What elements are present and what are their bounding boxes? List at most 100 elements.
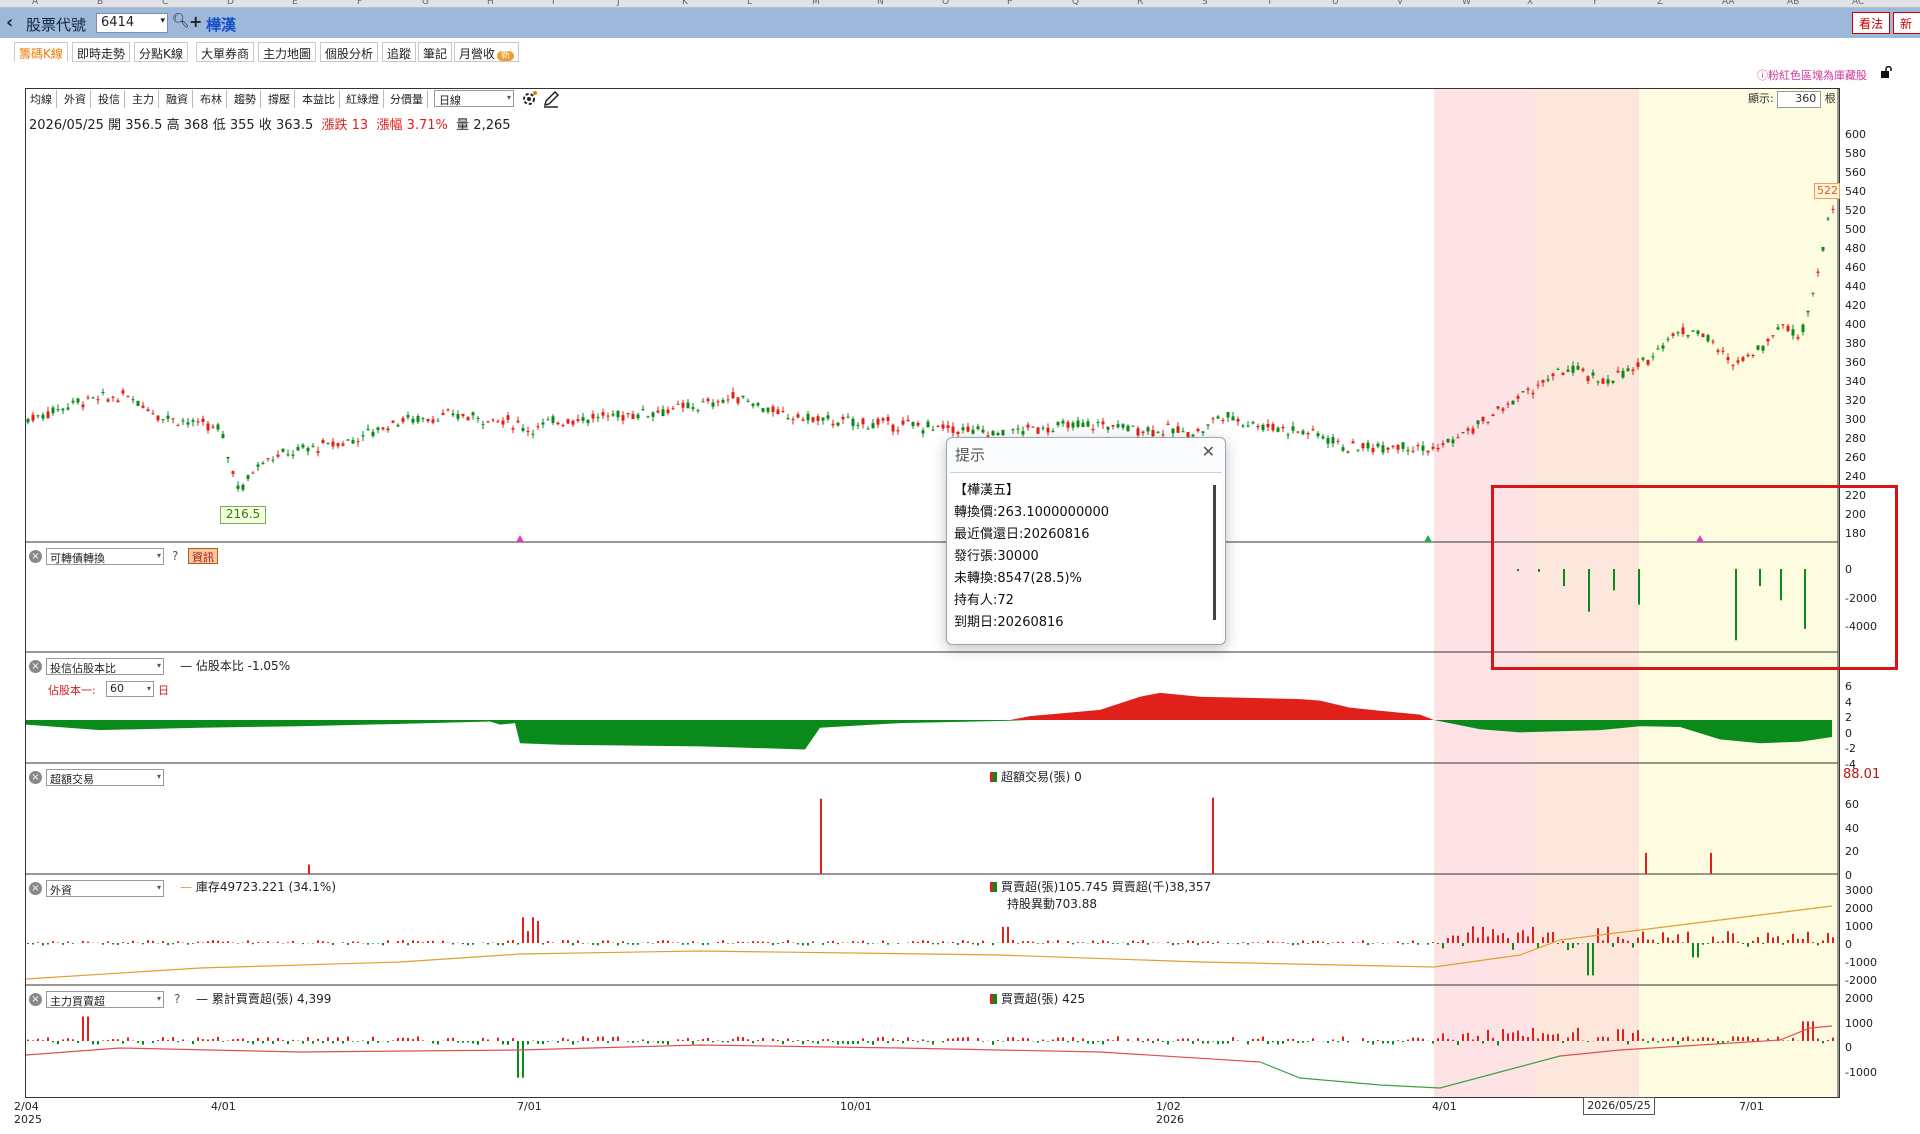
price-tick: 420 — [1845, 299, 1866, 312]
candle-body — [1081, 422, 1085, 428]
main-force-indicator-select[interactable]: 主力買賣超 ▾ — [46, 991, 164, 1008]
candle-body — [361, 435, 365, 437]
candle-body — [206, 423, 210, 431]
toolbar-item[interactable]: 分價量 — [386, 90, 428, 108]
candle-body — [466, 417, 470, 421]
candle-body — [356, 441, 360, 443]
candle-body — [1141, 431, 1145, 433]
close-panel-icon[interactable]: × — [29, 550, 42, 563]
trust-tick: -2 — [1845, 742, 1856, 755]
period-select[interactable]: 日線 ▾ — [434, 90, 514, 107]
candle-body — [1021, 431, 1025, 435]
price-tick: 580 — [1845, 147, 1866, 160]
toolbar-item[interactable]: 外資 — [60, 90, 91, 108]
foreign-legend: — 庫存49723.221 (34.1%) — [180, 880, 337, 894]
toolbar-item[interactable]: 本益比 — [298, 90, 340, 108]
candle-body — [1151, 429, 1155, 437]
toolbar-item[interactable]: 均線 — [26, 90, 57, 108]
foreign-indicator-select[interactable]: 外資 ▾ — [46, 880, 164, 897]
chevron-down-icon[interactable]: ▾ — [147, 684, 151, 693]
candle-body — [1241, 425, 1245, 427]
candle-body — [501, 420, 505, 425]
candle-body — [156, 415, 160, 421]
candle-body — [936, 425, 940, 428]
help-icon[interactable]: ? — [174, 992, 180, 1006]
close-panel-icon[interactable]: × — [29, 993, 42, 1006]
candle-body — [721, 399, 725, 403]
candle-body — [1396, 444, 1400, 450]
candle-body — [1726, 357, 1730, 361]
dialog-body: 【樺漢五】 轉換價:263.1000000000 最近償還日:20260816 發行張… — [950, 472, 1222, 640]
candle-body — [651, 412, 655, 417]
chevron-down-icon[interactable]: ▾ — [157, 772, 161, 781]
candle-body — [1711, 341, 1715, 343]
chevron-down-icon[interactable]: ▾ — [507, 93, 511, 102]
toolbar-item[interactable]: 布林 — [196, 90, 227, 108]
candle-body — [86, 397, 90, 399]
candle-body — [126, 396, 130, 398]
toolbar-item[interactable]: 投信 — [94, 90, 125, 108]
tooltip-dialog[interactable]: 提示 ✕ 【樺漢五】 轉換價:263.1000000000 最近償還日:202608… — [946, 437, 1226, 645]
toolbar-item[interactable]: 紅綠燈 — [342, 90, 384, 108]
chevron-down-icon[interactable]: ▾ — [157, 551, 161, 560]
candle-body — [221, 434, 225, 438]
toolbar-item[interactable]: 撐壓 — [264, 90, 295, 108]
toolbar-item[interactable]: 融資 — [162, 90, 193, 108]
candle-body — [1621, 370, 1625, 378]
candle-body — [1041, 427, 1045, 429]
candle-body — [1821, 247, 1825, 251]
close-panel-icon[interactable]: × — [29, 882, 42, 895]
candle-body — [676, 403, 680, 405]
close-panel-icon[interactable]: × — [29, 660, 42, 673]
candle-body — [1601, 378, 1605, 384]
trust-indicator-select[interactable]: 投信佔股本比 ▾ — [46, 658, 164, 675]
candle-body — [1716, 350, 1720, 352]
marker-triangle — [1424, 535, 1432, 542]
x-tick-label: 2/04 — [14, 1100, 39, 1113]
candle-body — [681, 402, 685, 408]
cb-info-button[interactable]: 資訊 — [188, 548, 218, 564]
candle-body — [1291, 426, 1295, 431]
close-panel-icon[interactable]: × — [29, 771, 42, 784]
candle-body — [1416, 445, 1420, 447]
candle-body — [1576, 365, 1580, 370]
trust-tick: 4 — [1845, 695, 1852, 709]
candle-body — [1831, 208, 1835, 210]
candle-body — [101, 392, 105, 394]
gear-icon[interactable] — [520, 90, 538, 108]
candle-body — [961, 427, 965, 431]
dialog-scrollbar[interactable] — [1213, 485, 1216, 620]
toolbar-item[interactable]: 趨勢 — [230, 90, 261, 108]
toolbar-item[interactable]: 主力 — [128, 90, 159, 108]
trust-days-select[interactable]: 60 ▾ — [106, 681, 154, 697]
candle-body — [1751, 354, 1755, 356]
candle-body — [1491, 414, 1495, 417]
x-tick-label: 1/02 — [1156, 1100, 1181, 1113]
x-tick-label: 10/01 — [840, 1100, 872, 1113]
candle-body — [451, 413, 455, 416]
open-label: 開 — [108, 118, 122, 133]
cb-indicator-select[interactable]: 可轉債轉換 ▾ — [46, 548, 164, 565]
help-icon[interactable]: ? — [172, 549, 178, 563]
candle-body — [1561, 372, 1565, 376]
margin-indicator-select[interactable]: 超額交易 ▾ — [46, 769, 164, 786]
close-icon[interactable]: ✕ — [1202, 442, 1215, 461]
margin-legend: 超額交易(張) 0 — [990, 768, 1082, 785]
candle-body — [801, 419, 805, 421]
display-count-input[interactable]: 360 — [1777, 91, 1822, 108]
pencil-icon[interactable] — [542, 90, 560, 108]
candle-body — [1481, 416, 1485, 422]
candle-body — [456, 414, 460, 419]
chevron-down-icon[interactable]: ▾ — [157, 994, 161, 1003]
price-tick: 520 — [1845, 204, 1866, 217]
chevron-down-icon[interactable]: ▾ — [157, 661, 161, 670]
candle-body — [1681, 327, 1685, 335]
candle-body — [181, 420, 185, 422]
candle-body — [561, 424, 565, 426]
candle-body — [1411, 450, 1415, 452]
chevron-down-icon[interactable]: ▾ — [157, 883, 161, 892]
candle-body — [1111, 425, 1115, 427]
pct-value: 漲幅 3.71% — [376, 118, 448, 133]
candle-body — [1586, 376, 1590, 382]
candle-body — [1761, 345, 1765, 351]
